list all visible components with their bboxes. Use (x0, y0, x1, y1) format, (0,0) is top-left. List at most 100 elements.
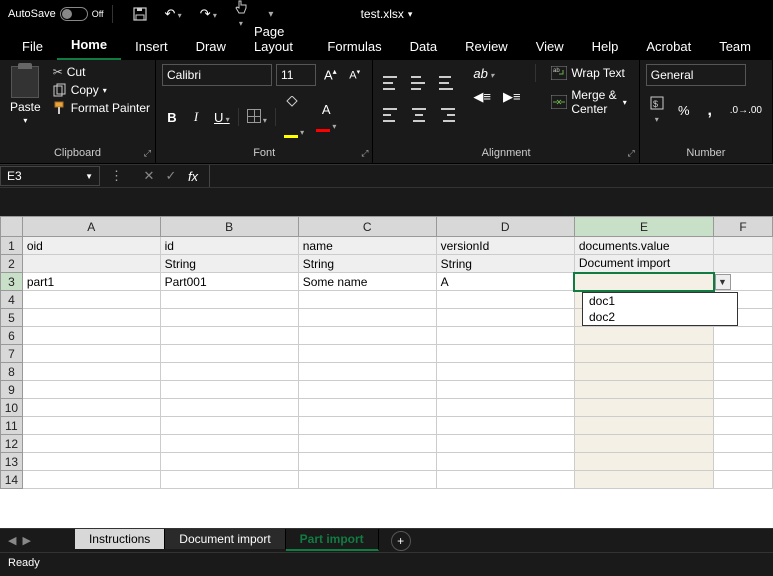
font-color-button[interactable]: A (312, 100, 340, 134)
decrease-indent-icon[interactable]: ◀≡ (469, 87, 495, 107)
cell[interactable] (22, 471, 160, 489)
dropdown-option[interactable]: doc1 (583, 293, 737, 309)
autosave-toggle[interactable]: AutoSave Off (8, 7, 104, 21)
name-box[interactable]: E3 ▼ (0, 166, 100, 186)
cell[interactable] (714, 381, 773, 399)
align-center-icon[interactable] (407, 96, 431, 124)
cell[interactable] (22, 345, 160, 363)
cell[interactable] (160, 471, 298, 489)
cell[interactable] (22, 291, 160, 309)
cell[interactable] (714, 399, 773, 417)
formula-input[interactable] (210, 167, 773, 185)
sheet-nav-prev-icon[interactable]: ◀ (8, 534, 16, 547)
row-header[interactable]: 12 (1, 435, 23, 453)
cell[interactable] (436, 417, 574, 435)
cell[interactable] (714, 471, 773, 489)
cell[interactable] (714, 435, 773, 453)
cell[interactable]: documents.value (574, 237, 713, 255)
cell[interactable] (160, 399, 298, 417)
cell[interactable] (714, 327, 773, 345)
row-header[interactable]: 6 (1, 327, 23, 345)
row-header[interactable]: 4 (1, 291, 23, 309)
cell[interactable] (436, 309, 574, 327)
cell[interactable] (574, 399, 713, 417)
cell[interactable]: oid (22, 237, 160, 255)
align-middle-icon[interactable] (407, 64, 431, 92)
increase-indent-icon[interactable]: ▶≡ (499, 87, 525, 107)
cell[interactable] (298, 327, 436, 345)
comma-icon[interactable]: , (700, 100, 720, 122)
cell[interactable] (574, 381, 713, 399)
column-header[interactable]: C (298, 217, 436, 237)
tab-view[interactable]: View (522, 33, 578, 60)
row-header[interactable]: 5 (1, 309, 23, 327)
align-right-icon[interactable] (435, 96, 459, 124)
cell-dropdown-list[interactable]: doc1doc2 (582, 292, 738, 326)
dialog-launcher-icon[interactable]: ⤢ (144, 148, 151, 159)
cell[interactable]: Document import (574, 255, 713, 273)
dialog-launcher-icon[interactable]: ⤢ (361, 148, 368, 159)
cell[interactable] (22, 327, 160, 345)
cell[interactable] (714, 237, 773, 255)
cell[interactable] (574, 345, 713, 363)
cell[interactable] (22, 453, 160, 471)
tab-draw[interactable]: Draw (182, 33, 240, 60)
cell[interactable] (298, 399, 436, 417)
sheet-nav-next-icon[interactable]: ▶ (22, 534, 30, 547)
column-header[interactable]: D (436, 217, 574, 237)
tab-formulas[interactable]: Formulas (313, 33, 395, 60)
undo-icon[interactable]: ↶ (161, 4, 186, 24)
row-header[interactable]: 13 (1, 453, 23, 471)
cell[interactable] (436, 327, 574, 345)
merge-center-button[interactable]: Merge & Center ▾ (545, 86, 632, 118)
toggle-switch[interactable] (60, 7, 88, 21)
row-header[interactable]: 1 (1, 237, 23, 255)
dialog-launcher-icon[interactable]: ⤢ (628, 148, 635, 159)
cell[interactable] (298, 417, 436, 435)
cancel-icon[interactable]: ✕ (139, 166, 159, 186)
column-header[interactable]: B (160, 217, 298, 237)
cell[interactable] (574, 417, 713, 435)
row-header[interactable]: 10 (1, 399, 23, 417)
more-icon[interactable]: ⋮ (106, 166, 127, 186)
cell[interactable] (436, 381, 574, 399)
add-sheet-button[interactable]: + (391, 531, 411, 551)
increase-font-icon[interactable]: A▴ (320, 65, 341, 84)
cell[interactable] (714, 345, 773, 363)
cell[interactable] (436, 345, 574, 363)
cell[interactable] (160, 327, 298, 345)
tab-acrobat[interactable]: Acrobat (632, 33, 705, 60)
percent-icon[interactable]: % (674, 101, 694, 120)
align-top-icon[interactable] (379, 64, 403, 92)
tab-page-layout[interactable]: Page Layout (240, 18, 313, 60)
cell[interactable] (436, 453, 574, 471)
font-name-select[interactable] (162, 64, 272, 86)
cell[interactable]: Part001 (160, 273, 298, 291)
orientation-button[interactable]: ab (469, 64, 498, 83)
cell[interactable] (298, 345, 436, 363)
align-left-icon[interactable] (379, 96, 403, 124)
cell[interactable] (160, 435, 298, 453)
cell[interactable] (436, 435, 574, 453)
italic-button[interactable]: I (186, 107, 206, 127)
cell[interactable] (22, 363, 160, 381)
cell[interactable]: ▼ (574, 273, 713, 291)
cell[interactable]: A (436, 273, 574, 291)
decrease-font-icon[interactable]: A▾ (345, 66, 365, 84)
number-format-select[interactable] (646, 64, 746, 86)
font-size-select[interactable] (276, 64, 316, 86)
cell[interactable] (436, 291, 574, 309)
cell[interactable] (714, 363, 773, 381)
row-header[interactable]: 3 (1, 273, 23, 291)
column-header[interactable]: A (22, 217, 160, 237)
cell[interactable] (22, 417, 160, 435)
align-bottom-icon[interactable] (435, 64, 459, 92)
borders-button[interactable] (243, 107, 271, 128)
increase-decimal-icon[interactable]: .0→.00 (726, 103, 766, 118)
cell[interactable]: String (298, 255, 436, 273)
cell[interactable] (160, 309, 298, 327)
format-painter-button[interactable]: Format Painter (49, 100, 154, 116)
row-header[interactable]: 8 (1, 363, 23, 381)
cell[interactable] (714, 453, 773, 471)
cell[interactable]: String (160, 255, 298, 273)
